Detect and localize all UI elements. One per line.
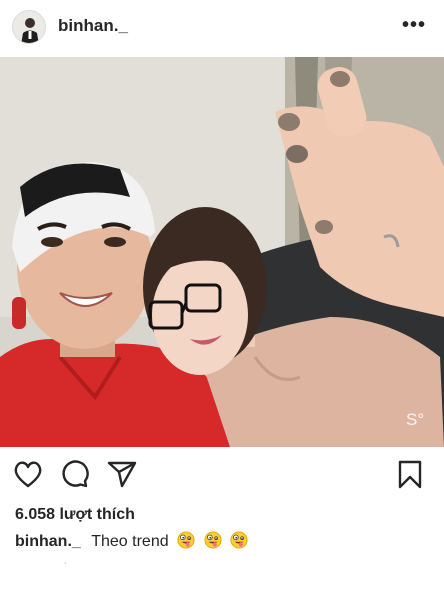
avatar-image	[13, 11, 45, 43]
caption: binhan._ Theo trend	[15, 531, 248, 551]
photo-watermark: S°	[406, 410, 424, 429]
post-header: binhan._ •••	[0, 0, 444, 56]
zany-face-icon	[177, 531, 195, 549]
selfie-photo: S°	[0, 57, 444, 447]
action-bar	[0, 452, 444, 492]
avatar[interactable]	[12, 10, 46, 44]
zany-face-icon	[230, 531, 248, 549]
comment-icon[interactable]	[58, 458, 90, 490]
post-photo[interactable]: S°	[0, 57, 444, 447]
divider-mark: ‚	[64, 555, 67, 566]
send-icon[interactable]	[106, 458, 138, 490]
caption-text: Theo trend	[91, 533, 169, 550]
likes-count[interactable]: 6.058 lượt thích	[15, 506, 135, 524]
more-options-icon[interactable]: •••	[402, 14, 426, 37]
heart-icon[interactable]	[12, 458, 44, 490]
caption-username[interactable]: binhan._	[15, 533, 81, 550]
zany-face-icon	[203, 531, 222, 549]
post-username[interactable]: binhan._	[58, 16, 128, 36]
bookmark-icon[interactable]	[394, 458, 426, 490]
